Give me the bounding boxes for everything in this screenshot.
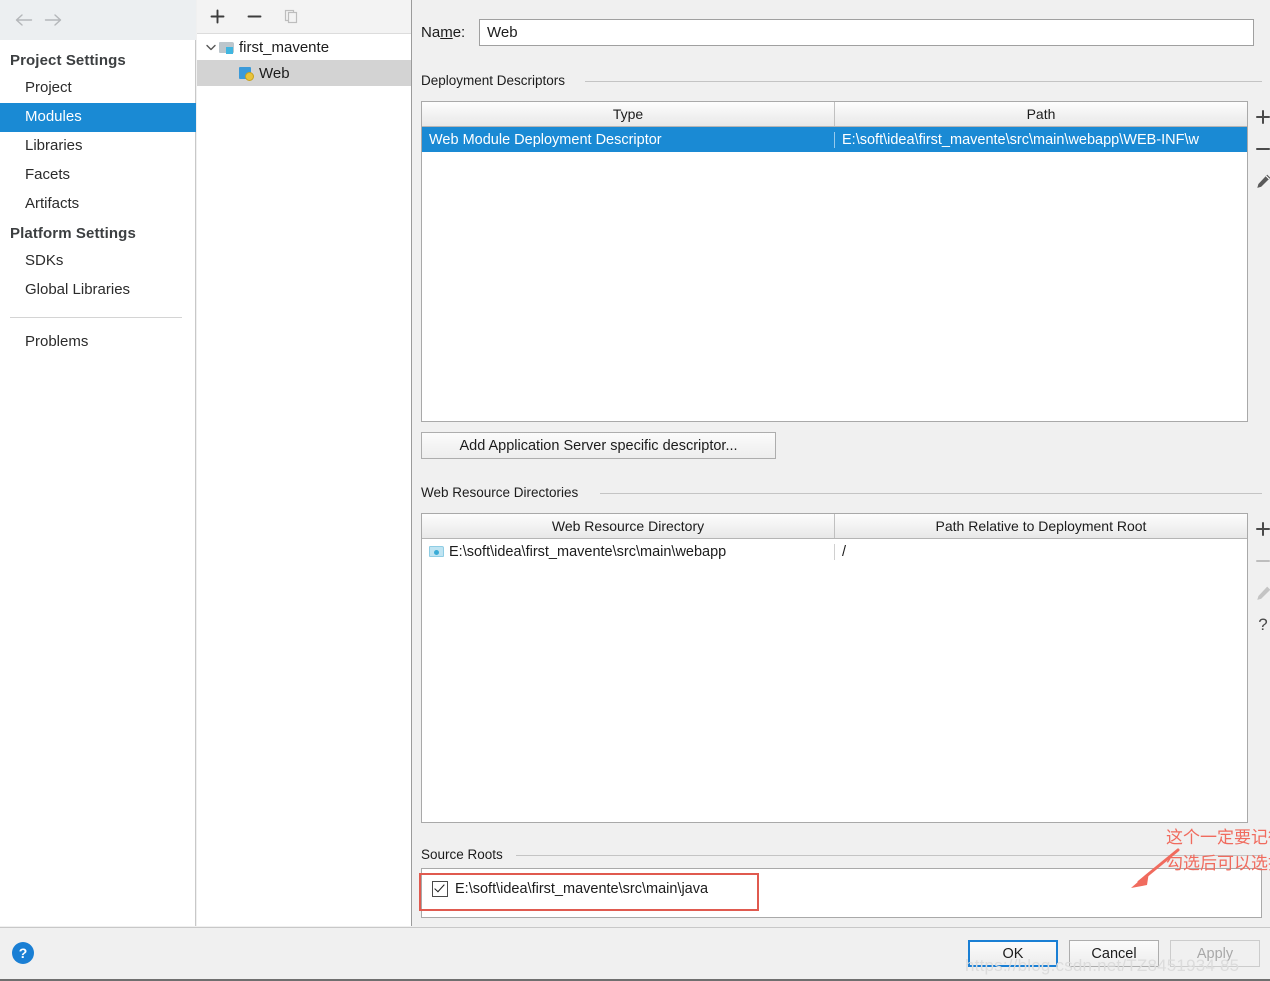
source-roots-title: Source Roots <box>421 847 509 862</box>
watermark-text: https://blog.csdn.net/TZ8451934 85 <box>965 956 1240 975</box>
table-header-row: Web Resource Directory Path Relative to … <box>422 514 1247 539</box>
tree-node-label: first_mavente <box>239 38 330 56</box>
sidebar-group-platform-settings: Platform Settings <box>10 225 136 242</box>
sidebar-divider <box>10 317 182 318</box>
project-structure-dialog: Project Settings Project Modules Librari… <box>0 0 1270 981</box>
column-header-path-relative[interactable]: Path Relative to Deployment Root <box>834 514 1247 538</box>
deployment-side-buttons <box>1249 101 1270 197</box>
forward-arrow-icon[interactable] <box>38 7 68 33</box>
cell-type: Web Module Deployment Descriptor <box>429 131 662 148</box>
remove-resource-icon <box>1250 545 1270 577</box>
name-label: Name: <box>421 24 466 41</box>
name-row: Name: <box>421 19 1254 46</box>
module-settings-panel: Name: Deployment Descriptors Type Path W… <box>413 0 1270 926</box>
cell-web-resource-directory: E:\soft\idea\first_mavente\src\main\weba… <box>422 544 834 560</box>
group-separator <box>600 493 1262 494</box>
navigation-arrows <box>0 0 196 40</box>
sidebar-item-project[interactable]: Project <box>0 74 196 103</box>
column-header-type[interactable]: Type <box>422 102 834 126</box>
sidebar-item-sdks[interactable]: SDKs <box>0 247 196 276</box>
add-resource-icon[interactable] <box>1250 513 1270 545</box>
column-header-web-resource-directory[interactable]: Web Resource Directory <box>422 514 834 538</box>
module-tree-panel: first_mavente Web <box>197 0 412 926</box>
annotation-arrow-icon <box>1131 848 1180 888</box>
edit-descriptor-icon[interactable] <box>1250 165 1270 197</box>
tree-node-web[interactable]: Web <box>197 60 411 86</box>
web-facet-icon <box>239 66 255 81</box>
tree-node-label: Web <box>259 64 290 82</box>
sidebar-group-project-settings: Project Settings <box>10 52 126 69</box>
add-module-button[interactable] <box>207 7 227 27</box>
edit-resource-icon <box>1250 577 1270 609</box>
web-resource-directories-title: Web Resource Directories <box>421 485 585 500</box>
folder-icon <box>429 545 444 558</box>
cell-path: E:\soft\idea\first_mavente\src\main\weba… <box>834 131 1247 148</box>
sidebar-item-problems[interactable]: Problems <box>0 328 196 357</box>
cell-relative-path: / <box>834 543 1247 560</box>
deployment-descriptors-table: Type Path Web Module Deployment Descript… <box>421 101 1248 422</box>
source-root-label: E:\soft\idea\first_mavente\src\main\java <box>455 881 709 897</box>
sidebar-item-global-libraries[interactable]: Global Libraries <box>0 276 196 305</box>
table-row[interactable]: E:\soft\idea\first_mavente\src\main\weba… <box>422 539 1247 564</box>
help-resource-icon[interactable]: ? <box>1250 609 1270 641</box>
add-descriptor-icon[interactable] <box>1250 101 1270 133</box>
settings-sidebar: Project Settings Project Modules Librari… <box>0 0 196 926</box>
source-root-checkbox[interactable] <box>432 881 448 897</box>
remove-module-button[interactable] <box>244 7 264 27</box>
deployment-descriptors-title: Deployment Descriptors <box>421 73 572 88</box>
module-name-input[interactable] <box>479 19 1254 46</box>
sidebar-item-libraries[interactable]: Libraries <box>0 132 196 161</box>
help-icon[interactable]: ? <box>12 942 34 964</box>
sidebar-item-artifacts[interactable]: Artifacts <box>0 190 196 219</box>
remove-descriptor-icon[interactable] <box>1250 133 1270 165</box>
add-application-server-descriptor-button[interactable]: Add Application Server specific descript… <box>421 432 776 459</box>
project-folder-icon <box>219 41 235 54</box>
sidebar-item-modules[interactable]: Modules <box>0 103 196 132</box>
group-separator <box>585 81 1262 82</box>
table-row[interactable]: Web Module Deployment Descriptor E:\soft… <box>422 127 1247 152</box>
column-header-path[interactable]: Path <box>834 102 1247 126</box>
cell-text: E:\soft\idea\first_mavente\src\main\weba… <box>449 543 727 560</box>
web-resource-side-buttons: ? <box>1249 513 1270 641</box>
chevron-down-icon[interactable] <box>203 44 219 51</box>
web-resource-directories-table: Web Resource Directory Path Relative to … <box>421 513 1248 823</box>
back-arrow-icon[interactable] <box>8 7 38 33</box>
tree-node-first-mavente[interactable]: first_mavente <box>197 34 411 60</box>
sidebar-item-facets[interactable]: Facets <box>0 161 196 190</box>
copy-module-button[interactable] <box>281 7 301 27</box>
table-header-row: Type Path <box>422 102 1247 127</box>
module-tree-toolbar <box>197 0 411 34</box>
